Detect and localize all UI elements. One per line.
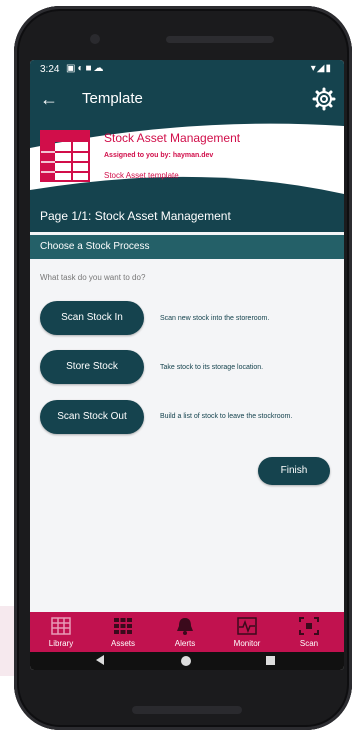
template-header: Stock Asset Management Assigned to you b… bbox=[30, 120, 344, 200]
system-home-icon[interactable] bbox=[181, 656, 191, 666]
scan-stock-in-button[interactable]: Scan Stock In bbox=[40, 301, 144, 335]
assigned-by: Assigned to you by: hayman.dev bbox=[104, 152, 214, 159]
system-navigation-bar bbox=[30, 652, 344, 670]
page-title: Page 1/1: Stock Asset Management bbox=[40, 209, 231, 223]
nav-item-assets[interactable]: Assets bbox=[92, 612, 154, 652]
image-icon: ▣ bbox=[66, 63, 78, 74]
nav-item-alerts[interactable]: Alerts bbox=[154, 612, 216, 652]
nav-label-library: Library bbox=[48, 639, 74, 648]
bell-icon bbox=[177, 618, 193, 635]
library-grid-icon bbox=[51, 617, 71, 635]
scan-stock-out-button[interactable]: Scan Stock Out bbox=[40, 400, 144, 434]
app-title: Template bbox=[82, 90, 143, 107]
status-time: 3:24 bbox=[40, 64, 60, 75]
arrow-left-icon[interactable]: ← bbox=[38, 88, 60, 110]
earpiece-speaker bbox=[166, 36, 274, 43]
nav-item-monitor[interactable]: Monitor bbox=[216, 612, 278, 652]
store-stock-description: Take stock to its storage location. bbox=[160, 364, 264, 371]
page-bar: Page 1/1: Stock Asset Management bbox=[30, 200, 344, 232]
status-system-icons: ▾◢▮ bbox=[311, 63, 332, 74]
app-screen: 3:24 ▣◐■☁ ▾◢▮ ← Template Stock Asset Man… bbox=[30, 60, 344, 670]
phone-chin bbox=[132, 706, 242, 714]
section-header: Choose a Stock Process bbox=[30, 235, 344, 259]
cloud-icon: ☁ bbox=[93, 63, 106, 74]
template-name: Stock Asset template bbox=[104, 171, 179, 180]
status-bar: 3:24 ▣◐■☁ ▾◢▮ bbox=[30, 60, 344, 80]
nav-item-library[interactable]: Library bbox=[30, 612, 92, 652]
system-recents-icon[interactable] bbox=[266, 656, 275, 665]
system-back-icon[interactable] bbox=[96, 655, 104, 665]
battery-icon: ▮ bbox=[325, 63, 332, 74]
sync-icon: ◐ bbox=[77, 63, 86, 74]
task-question: What task do you want to do? bbox=[40, 273, 146, 282]
nav-label-monitor: Monitor bbox=[233, 639, 261, 648]
section-title: Choose a Stock Process bbox=[40, 241, 150, 252]
nav-label-assets: Assets bbox=[110, 639, 135, 648]
nav-label-scan: Scan bbox=[299, 639, 319, 648]
status-notification-icons: ▣◐■☁ bbox=[66, 63, 106, 74]
store-stock-button[interactable]: Store Stock bbox=[40, 350, 144, 384]
lock-icon: ■ bbox=[85, 63, 94, 74]
template-title: Stock Asset Management bbox=[104, 131, 241, 145]
nav-label-alerts: Alerts bbox=[174, 639, 196, 648]
bottom-navigation: Library Assets Alerts Monitor Scan bbox=[30, 612, 344, 652]
assets-grid-icon bbox=[114, 618, 132, 634]
scan-frame-icon bbox=[299, 617, 319, 635]
table-grid-icon bbox=[40, 130, 90, 182]
monitor-pulse-icon bbox=[237, 617, 257, 635]
gear-icon[interactable] bbox=[312, 87, 336, 111]
app-bar: ← Template bbox=[30, 80, 344, 120]
front-camera bbox=[90, 34, 100, 44]
scan-stock-out-description: Build a list of stock to leave the stock… bbox=[160, 413, 293, 420]
scan-stock-in-description: Scan new stock into the storeroom. bbox=[160, 315, 270, 322]
nav-item-scan[interactable]: Scan bbox=[278, 612, 340, 652]
finish-button[interactable]: Finish bbox=[258, 457, 330, 485]
